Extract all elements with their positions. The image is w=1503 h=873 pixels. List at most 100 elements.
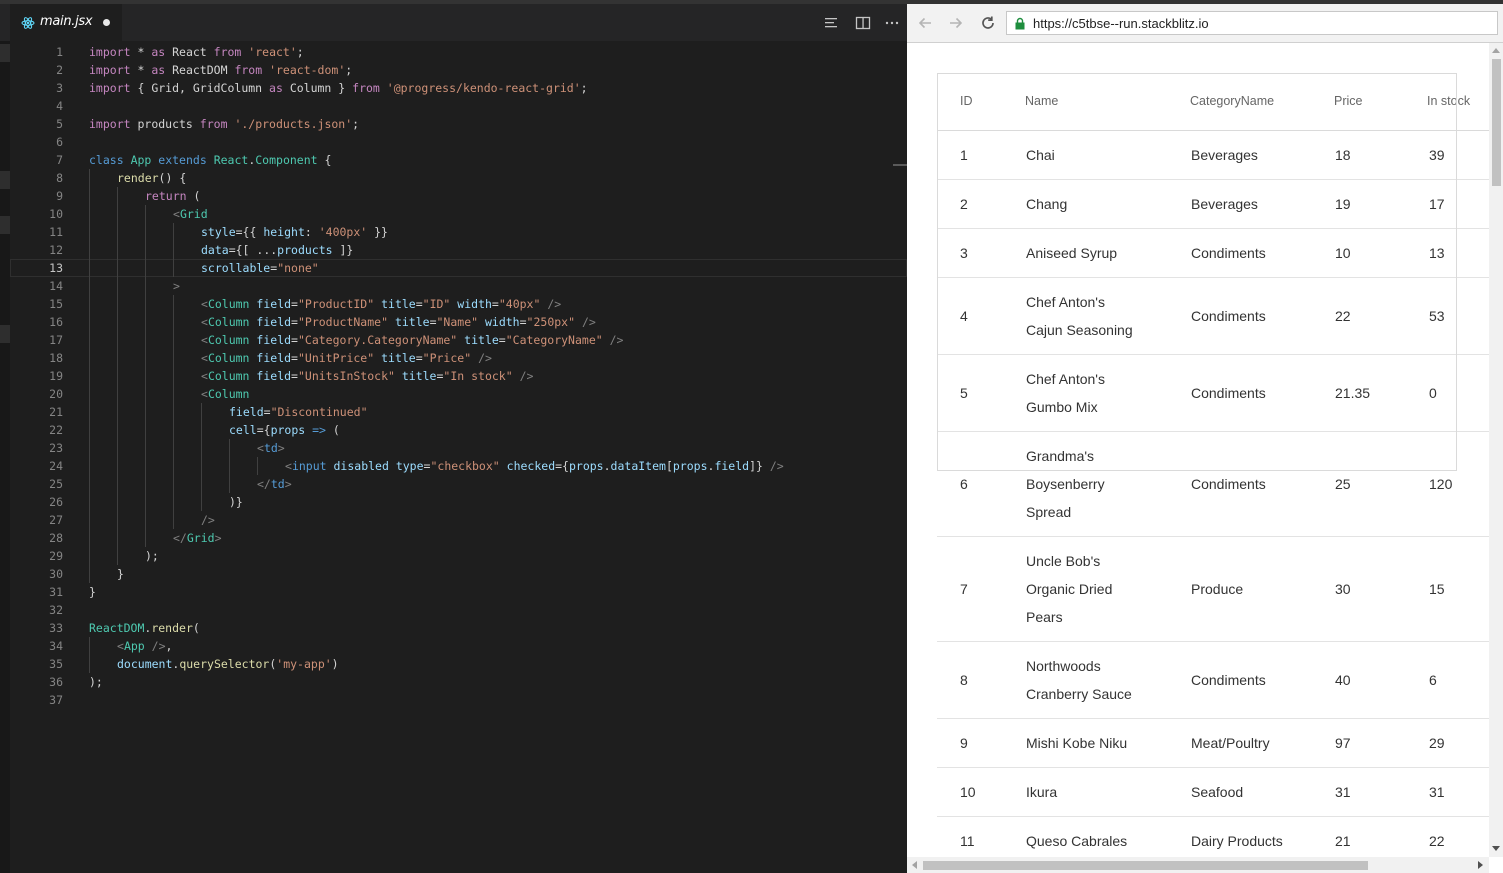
code-line[interactable]: 15 <Column field="ProductID" title="ID" w… [10, 295, 907, 313]
code-line[interactable]: 1 import * as React from 'react'; [10, 43, 907, 61]
indent-guide [117, 259, 118, 277]
indent-guide [89, 259, 90, 277]
header-category[interactable]: CategoryName [1190, 94, 1274, 108]
indent-guide [173, 475, 174, 493]
indent-guide [89, 367, 90, 385]
scroll-down-arrow-icon[interactable] [1492, 846, 1500, 851]
code-line[interactable]: 19 <Column field="UnitsInStock" title="In… [10, 367, 907, 385]
table-row[interactable]: 2 Chang Beverages 19 17 [937, 180, 1489, 229]
code-line[interactable]: 20 <Column [10, 385, 907, 403]
indent-guide [89, 493, 90, 511]
code-line[interactable]: 26)} [10, 493, 907, 511]
line-content: field="Discontinued" [229, 403, 368, 421]
indent-guide [89, 529, 90, 547]
toggle-word-wrap-icon[interactable] [823, 15, 839, 31]
code-line[interactable]: 8 render() { [10, 169, 907, 187]
scroll-right-arrow-icon[interactable] [1478, 861, 1483, 869]
table-row[interactable]: 8 Northwoods Cranberry Sauce Condiments 40 6 [937, 642, 1489, 719]
code-line[interactable]: 29); [10, 547, 907, 565]
vertical-scroll-thumb[interactable] [1492, 59, 1501, 186]
code-token: ( [192, 621, 200, 635]
header-name[interactable]: Name [1025, 94, 1058, 108]
table-row[interactable]: 4 Chef Anton's Cajun Seasoning Condiments 22… [937, 278, 1489, 355]
line-content: <Column field="ProductID" title="ID" wid… [201, 295, 561, 313]
line-content: <App />, [117, 637, 172, 655]
code-line[interactable]: 11 style={{ height: '400px' }} [10, 223, 907, 241]
code-line[interactable]: 37 [10, 691, 907, 709]
forward-arrow-icon[interactable] [947, 14, 965, 32]
table-row[interactable]: 6 Grandma's Boysenberry Spread Condiments 25 1… [937, 432, 1489, 537]
indent-guide [173, 241, 174, 259]
page-vertical-scrollbar[interactable] [1489, 43, 1503, 857]
scroll-up-arrow-icon[interactable] [1492, 48, 1500, 53]
code-line[interactable]: 24 <input disabled type="checkbox" checke… [10, 457, 907, 475]
table-row[interactable]: 11 Queso Cabrales Dairy Products 21 22 [937, 817, 1489, 857]
more-actions-icon[interactable] [884, 15, 900, 31]
code-area[interactable]: 1 import * as React from 'react'; 2 import … [10, 43, 907, 709]
split-editor-icon[interactable] [855, 15, 871, 31]
code-line[interactable]: 28 </Grid> [10, 529, 907, 547]
code-line[interactable]: 5 import products from './products.json'; [10, 115, 907, 133]
code-line[interactable]: 6 [10, 133, 907, 151]
reload-icon[interactable] [979, 14, 997, 32]
code-line[interactable]: 22 cell={props => ( [10, 421, 907, 439]
table-row[interactable]: 5 Chef Anton's Gumbo Mix Condiments 21.35 0 [937, 355, 1489, 432]
table-row[interactable]: 3 Aniseed Syrup Condiments 10 13 [937, 229, 1489, 278]
back-arrow-icon[interactable] [916, 14, 934, 32]
cell-price: 21.35 [1335, 355, 1425, 431]
code-line[interactable]: 10 <Grid [10, 205, 907, 223]
indent-guide [173, 493, 174, 511]
cell-id-text: 10 [960, 784, 976, 800]
code-line[interactable]: 13 scrollable="none" [10, 259, 907, 277]
code-line[interactable]: 12 data={[ ...products ]} [10, 241, 907, 259]
code-line[interactable]: 31} [10, 583, 907, 601]
code-token: render [151, 621, 193, 635]
code-token: ( [186, 189, 201, 203]
code-line[interactable]: 33 ReactDOM.render( [10, 619, 907, 637]
code-token: as [269, 81, 283, 95]
code-line[interactable]: 34 <App />, [10, 637, 907, 655]
code-line[interactable]: 14 > [10, 277, 907, 295]
page-horizontal-scrollbar[interactable] [907, 857, 1489, 873]
code-token: = [491, 297, 499, 311]
code-line[interactable]: 9 return ( [10, 187, 907, 205]
code-token: "UnitPrice" [297, 351, 375, 365]
code-line[interactable]: 18 <Column field="UnitPrice" title="Price… [10, 349, 907, 367]
code-line[interactable]: 27 /> [10, 511, 907, 529]
cell-name-text: Aniseed Syrup [1026, 245, 1118, 261]
address-bar[interactable]: https://c5tbse--run.stackblitz.io [1006, 11, 1498, 35]
indent-guide [89, 637, 90, 655]
cell-name-text: Boysenberry [1026, 476, 1105, 492]
code-line[interactable]: 17 <Column field="Category.CategoryName" … [10, 331, 907, 349]
code-line[interactable]: 2 import * as ReactDOM from 'react-dom'; [10, 61, 907, 79]
horizontal-scroll-thumb[interactable] [923, 861, 1368, 870]
scroll-left-arrow-icon[interactable] [912, 861, 917, 869]
code-token: Grid [179, 207, 208, 221]
header-in-stock[interactable]: In stock [1427, 94, 1470, 108]
code-line[interactable]: 25 </td> [10, 475, 907, 493]
cell-id: 5 [960, 355, 1010, 431]
code-line[interactable]: 30} [10, 565, 907, 583]
code-line[interactable]: 7 class App extends React.Component { [10, 151, 907, 169]
code-line[interactable]: 32 [10, 601, 907, 619]
table-row[interactable]: 1 Chai Beverages 18 39 [937, 131, 1489, 180]
code-token: "Price" [422, 351, 472, 365]
code-line[interactable]: 21 field="Discontinued" [10, 403, 907, 421]
tab-main-jsx[interactable]: main.jsx [10, 4, 122, 41]
table-row[interactable]: 9 Mishi Kobe Niku Meat/Poultry 97 29 [937, 719, 1489, 768]
code-line[interactable]: 23 <td> [10, 439, 907, 457]
table-row[interactable]: 7 Uncle Bob's Organic Dried Pears Produce 30 1… [937, 537, 1489, 642]
table-row[interactable]: 10 Ikura Seafood 31 31 [937, 768, 1489, 817]
indent-guide [117, 493, 118, 511]
indent-guide [201, 421, 202, 439]
code-line[interactable]: 4 [10, 97, 907, 115]
code-line[interactable]: 36); [10, 673, 907, 691]
code-line[interactable]: 16 <Column field="ProductName" title="Nam… [10, 313, 907, 331]
header-price[interactable]: Price [1334, 94, 1362, 108]
code-line[interactable]: 3 import { Grid, GridColumn as Column } f… [10, 79, 907, 97]
unsaved-dot-icon[interactable] [103, 19, 110, 26]
code-line[interactable]: 35 document.querySelector('my-app') [10, 655, 907, 673]
cell-in-stock: 53 [1429, 278, 1489, 354]
code-token: ); [89, 675, 103, 689]
header-id[interactable]: ID [960, 94, 973, 108]
